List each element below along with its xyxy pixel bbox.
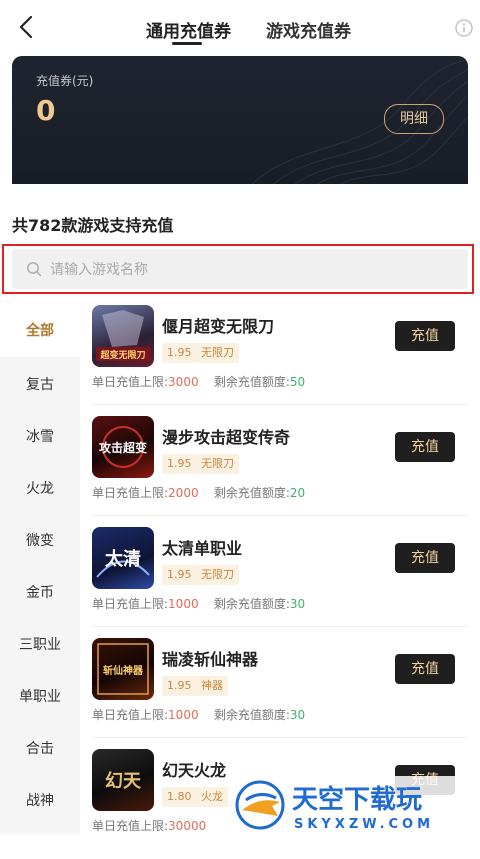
category-micro-change[interactable]: 微变 xyxy=(0,515,80,567)
game-name: 幻天火龙 xyxy=(162,761,227,780)
recharge-limits: 单日充值上限:1000 剩余充值额度:30 xyxy=(92,597,306,611)
game-tag: 无限刀 xyxy=(196,454,239,474)
game-icon-caption: 超变无限刀 xyxy=(99,349,145,361)
game-icon: 攻击超变 xyxy=(92,416,154,478)
game-name: 瑞凌斩仙神器 xyxy=(162,650,259,669)
voucher-balance: 0 xyxy=(36,94,56,127)
game-tag: 火龙 xyxy=(196,787,228,807)
recharge-button[interactable]: 充值 xyxy=(395,654,455,684)
game-icon: 太清 xyxy=(92,527,154,589)
game-name: 太清单职业 xyxy=(162,539,243,558)
info-icon[interactable] xyxy=(455,19,473,37)
supported-games-count: 共782款游戏支持充值 xyxy=(12,216,174,235)
search-icon xyxy=(27,262,42,277)
back-arrow-icon[interactable] xyxy=(14,14,40,40)
discount-badge: 1.95 xyxy=(162,565,197,585)
category-three-class[interactable]: 三职业 xyxy=(0,619,80,671)
discount-badge: 1.95 xyxy=(162,454,197,474)
game-icon-caption: 太清 xyxy=(105,548,141,570)
recharge-button[interactable]: 充值 xyxy=(395,543,455,573)
game-icon: 超变无限刀 xyxy=(92,305,154,367)
active-tab-indicator xyxy=(172,42,202,45)
divider xyxy=(92,626,468,627)
game-icon-caption: 攻击超变 xyxy=(99,440,147,455)
tab-game-voucher[interactable]: 游戏充值券 xyxy=(266,17,351,42)
category-single-class[interactable]: 单职业 xyxy=(0,671,80,723)
game-name: 漫步攻击超变传奇 xyxy=(162,428,291,447)
recharge-limits: 单日充值上限:1000 剩余充值额度:30 xyxy=(92,708,306,722)
divider xyxy=(92,404,468,405)
top-bar: 通用充值券 游戏充值券 xyxy=(0,0,480,56)
game-name: 偃月超变无限刀 xyxy=(162,317,275,336)
divider xyxy=(92,515,468,516)
game-list-item[interactable]: 斩仙神器 瑞凌斩仙神器 1.95 神器 充值 单日充值上限:1000 剩余充值额… xyxy=(92,638,468,748)
category-retro[interactable]: 复古 xyxy=(0,359,80,411)
search-input[interactable] xyxy=(48,249,452,291)
game-tag: 无限刀 xyxy=(196,565,239,585)
site-watermark-logo: 天空下载玩 SKYXZW.COM xyxy=(232,776,480,834)
category-ice[interactable]: 冰雪 xyxy=(0,411,80,463)
game-tag: 无限刀 xyxy=(196,343,239,363)
game-icon-caption: 幻天 xyxy=(105,770,142,792)
game-tag: 神器 xyxy=(196,676,228,696)
watermark-en-text: SKYXZW.COM xyxy=(294,817,434,832)
divider xyxy=(92,737,468,738)
search-bar[interactable] xyxy=(12,249,468,291)
category-all[interactable]: 全部 xyxy=(0,305,80,357)
recharge-button[interactable]: 充值 xyxy=(395,321,455,351)
game-icon-caption: 斩仙神器 xyxy=(103,664,144,677)
recharge-button[interactable]: 充值 xyxy=(395,432,455,462)
game-list-item[interactable]: 太清 太清单职业 1.95 无限刀 充值 单日充值上限:1000 剩余充值额度:… xyxy=(92,527,468,637)
voucher-balance-card: 充值券(元) 0 明细 xyxy=(12,56,468,196)
discount-badge: 1.95 xyxy=(162,343,197,363)
category-combo[interactable]: 合击 xyxy=(0,723,80,775)
game-list-item[interactable]: 攻击超变 漫步攻击超变传奇 1.95 无限刀 充值 单日充值上限:2000 剩余… xyxy=(92,416,468,526)
watermark-cn-text: 天空下载玩 xyxy=(292,784,422,815)
game-icon: 幻天 xyxy=(92,749,154,811)
detail-button[interactable]: 明细 xyxy=(384,104,444,134)
game-list-item[interactable]: 超变无限刀 偃月超变无限刀 1.95 无限刀 充值 单日充值上限:3000 剩余… xyxy=(92,305,468,415)
category-fire-dragon[interactable]: 火龙 xyxy=(0,463,80,515)
recharge-limits: 单日充值上限:3000 剩余充值额度:50 xyxy=(92,375,306,389)
discount-badge: 1.95 xyxy=(162,676,197,696)
voucher-label: 充值券(元) xyxy=(36,74,94,88)
game-icon: 斩仙神器 xyxy=(92,638,154,700)
category-war-god[interactable]: 战神 xyxy=(0,775,80,827)
category-sidebar: 全部 复古 冰雪 火龙 微变 金币 三职业 单职业 合击 战神 xyxy=(0,305,80,834)
discount-badge: 1.80 xyxy=(162,787,197,807)
recharge-limits: 单日充值上限:2000 剩余充值额度:20 xyxy=(92,486,306,500)
tab-general-voucher[interactable]: 通用充值券 xyxy=(146,17,231,42)
category-gold-coin[interactable]: 金币 xyxy=(0,567,80,619)
recharge-limits: 单日充值上限:30000 xyxy=(92,819,207,833)
